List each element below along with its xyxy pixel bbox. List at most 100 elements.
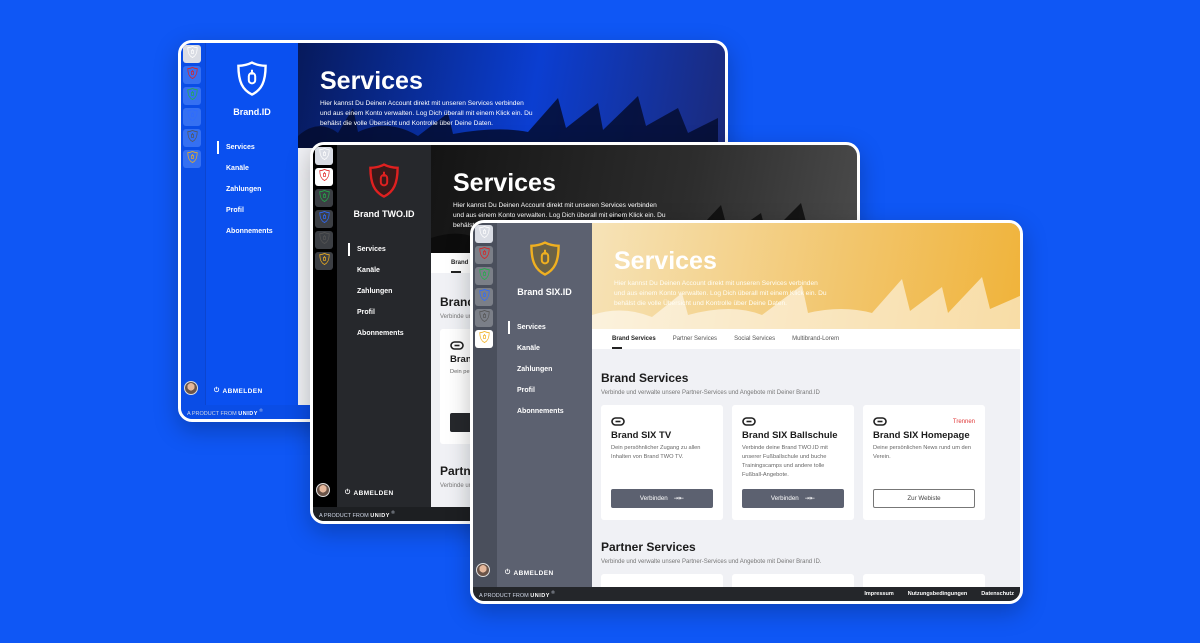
brand-switch-item[interactable] — [315, 168, 333, 186]
service-card-tv: Brand SIX TV Dein persöhnlicher Zugang z… — [601, 405, 723, 520]
nav-item-zahlungen[interactable]: Zahlungen — [497, 365, 592, 386]
connect-button-label: Verbinden — [639, 495, 668, 502]
brand-switch-item[interactable] — [475, 309, 493, 327]
brand-switch-item[interactable] — [183, 108, 201, 126]
nav-item-kanaele[interactable]: Kanäle — [497, 344, 592, 365]
website-button[interactable]: Zur Webiste — [873, 489, 975, 508]
brand-switcher — [181, 43, 205, 405]
brand-switch-item[interactable] — [183, 66, 201, 84]
card-description: Dein persöhnlicher Zugang zu allen Inhal… — [611, 445, 701, 460]
brand-logo: Brand.ID — [206, 61, 298, 117]
tab-partner-services[interactable]: Partner Services — [673, 329, 717, 349]
connect-button-label: Verbinden — [770, 495, 799, 502]
service-cards: Brand SIX TV Dein persöhnlicher Zugang z… — [601, 405, 1020, 520]
brand-shield-icon — [478, 267, 490, 285]
brand-logo: Brand SIX.ID — [497, 241, 592, 297]
footer-link-datenschutz[interactable]: Datenschutz — [981, 591, 1014, 597]
connect-button[interactable]: Verbinden ⇥⇤ — [742, 489, 844, 508]
tab-multibrand-lorem[interactable]: Multibrand-Lorem — [792, 329, 839, 349]
page-title: Services — [453, 169, 556, 197]
brand-six-window: Brand SIX.ID Services Kanäle Zahlungen P… — [470, 220, 1023, 604]
brand-switch-item[interactable] — [475, 225, 493, 243]
partner-services-section: Partner Services Verbinde und verwalte u… — [592, 520, 1020, 587]
brand-switch-item[interactable] — [315, 252, 333, 270]
connect-button[interactable]: Verbinden ⇥⇤ — [611, 489, 713, 508]
link-icon — [450, 337, 464, 355]
disconnect-link[interactable]: Trennen — [953, 419, 975, 425]
nav-item-zahlungen[interactable]: Zahlungen — [337, 287, 431, 308]
page-description: Hier kannst Du Deinen Account direkt mit… — [320, 100, 533, 127]
section-subtitle: Verbinde und verwalte unsere Partner-Ser… — [601, 390, 820, 396]
footer: A PRODUCT FROM UNIDY ® Impressum Nutzung… — [473, 587, 1020, 601]
connect-arrows-icon: ⇥⇤ — [804, 495, 816, 502]
website-button-label: Zur Webiste — [907, 495, 941, 502]
brand-switch-item[interactable] — [315, 189, 333, 207]
footer-link-impressum[interactable]: Impressum — [864, 591, 893, 597]
sidebar-nav: Services Kanäle Zahlungen Profil Abonnem… — [206, 141, 298, 248]
brand-switch-item[interactable] — [475, 288, 493, 306]
brand-shield-icon — [186, 150, 198, 168]
avatar[interactable] — [316, 483, 330, 497]
nav-item-abonnements[interactable]: Abonnements — [497, 407, 592, 428]
brand-shield-icon — [478, 246, 490, 264]
sidebar: Brand SIX.ID Services Kanäle Zahlungen P… — [497, 223, 592, 587]
tab-brand-services[interactable]: Brand Services — [612, 329, 656, 349]
logout-button[interactable]: ⏻ ABMELDEN — [345, 489, 394, 497]
card-description: Deine persönlichen News rund um den Vere… — [873, 445, 972, 460]
brand-switcher — [473, 223, 497, 587]
link-icon — [611, 413, 625, 431]
avatar[interactable] — [184, 381, 198, 395]
footer-credit: A PRODUCT FROM UNIDY ® — [479, 589, 555, 599]
service-card-homepage: Trennen Brand SIX Homepage Deine persönl… — [863, 405, 985, 520]
brand-switch-item[interactable] — [315, 147, 333, 165]
logout-button[interactable]: ⏻ ABMELDEN — [505, 569, 554, 577]
section-subtitle: Verbinde und verwalte unsere Partner-Ser… — [601, 559, 822, 565]
hero-banner: Services Hier kannst Du Deinen Account d… — [298, 43, 725, 148]
brand-logo: Brand TWO.ID — [337, 163, 431, 219]
brand-switch-item[interactable] — [183, 129, 201, 147]
brand-switch-item[interactable] — [315, 210, 333, 228]
nav-item-services[interactable]: Services — [337, 243, 431, 266]
brand-shield-icon — [318, 252, 330, 270]
footer-link-nutzungsbedingungen[interactable]: Nutzungsbedingungen — [908, 591, 968, 597]
footer-links: Impressum Nutzungsbedingungen Datenschut… — [864, 591, 1014, 597]
logout-button[interactable]: ⏻ ABMELDEN — [214, 387, 263, 395]
brand-switch-item[interactable] — [183, 150, 201, 168]
sidebar: Brand TWO.ID Services Kanäle Zahlungen P… — [337, 145, 431, 507]
footer-credit: A PRODUCT FROM UNIDY ® — [319, 509, 395, 519]
nav-item-zahlungen[interactable]: Zahlungen — [206, 185, 298, 206]
brand-switch-item[interactable] — [183, 45, 201, 63]
logout-label: ABMELDEN — [222, 387, 263, 395]
brand-shield-icon — [186, 66, 198, 84]
brand-shield-icon — [318, 189, 330, 207]
brand-shield-icon — [318, 168, 330, 186]
tab-social-services[interactable]: Social Services — [734, 329, 775, 349]
brand-switch-item[interactable] — [315, 231, 333, 249]
nav-item-profil[interactable]: Profil — [337, 308, 431, 329]
nav-item-profil[interactable]: Profil — [497, 386, 592, 407]
nav-item-abonnements[interactable]: Abonnements — [206, 227, 298, 248]
shield-logo-icon — [529, 241, 561, 281]
brand-shield-icon — [318, 231, 330, 249]
nav-item-kanaele[interactable]: Kanäle — [206, 164, 298, 185]
page-description: Hier kannst Du Deinen Account direkt mit… — [614, 280, 827, 307]
nav-item-services[interactable]: Services — [206, 141, 298, 164]
nav-item-services[interactable]: Services — [497, 321, 592, 344]
brand-switch-item[interactable] — [475, 267, 493, 285]
power-icon: ⏻ — [505, 569, 511, 576]
brand-switch-item[interactable] — [475, 246, 493, 264]
brand-name: Brand.ID — [233, 107, 271, 118]
brand-switch-item[interactable] — [475, 330, 493, 348]
card-title: Brand SIX Ballschule — [742, 430, 838, 441]
power-icon: ⏻ — [214, 387, 220, 394]
sidebar-nav: Services Kanäle Zahlungen Profil Abonnem… — [337, 243, 431, 350]
avatar[interactable] — [476, 563, 490, 577]
partner-card — [863, 574, 985, 587]
nav-item-abonnements[interactable]: Abonnements — [337, 329, 431, 350]
nav-item-kanaele[interactable]: Kanäle — [337, 266, 431, 287]
brand-shield-icon — [318, 147, 330, 165]
nav-item-profil[interactable]: Profil — [206, 206, 298, 227]
brand-switch-item[interactable] — [183, 87, 201, 105]
brand-name: Brand SIX.ID — [517, 287, 572, 298]
brand-shield-icon — [478, 288, 490, 306]
